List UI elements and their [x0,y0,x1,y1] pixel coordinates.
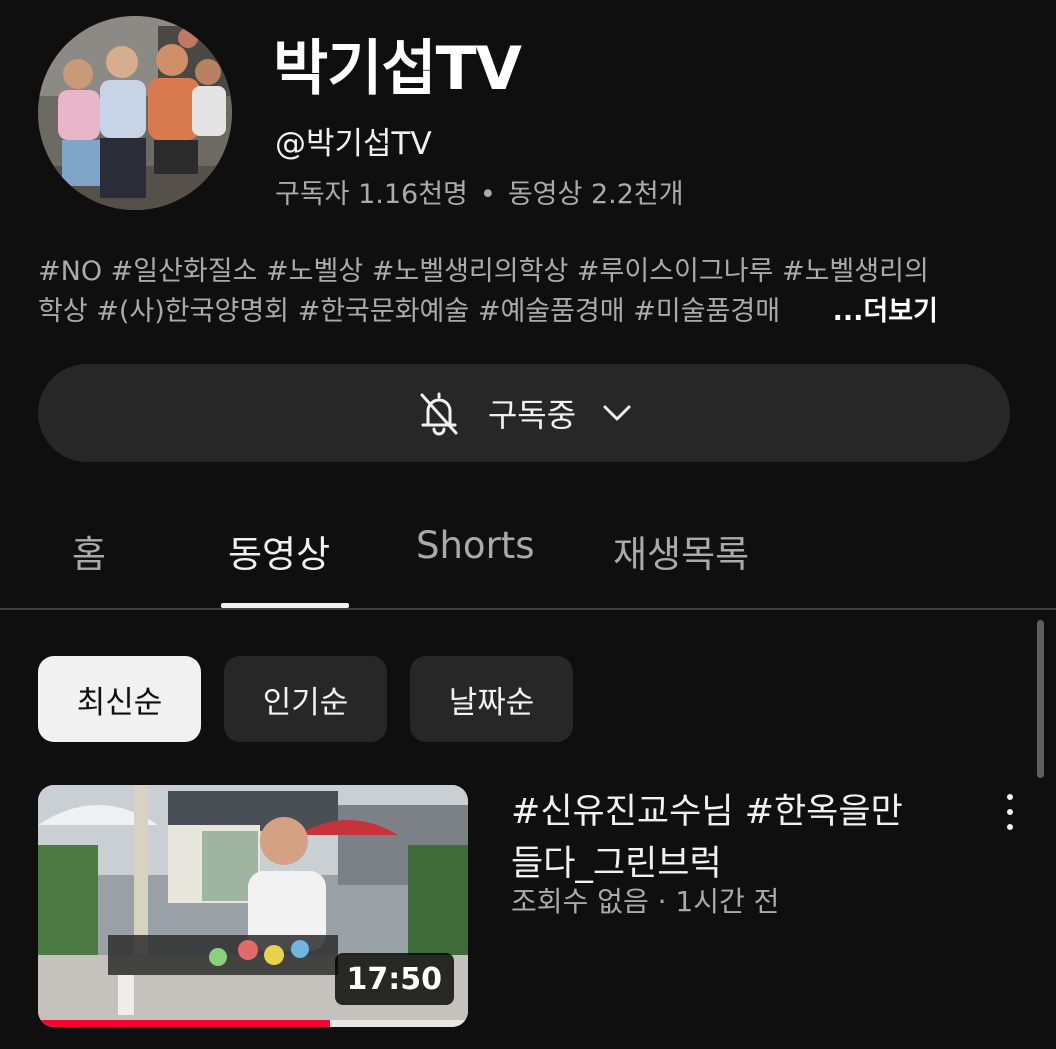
subscribed-label: 구독중 [487,396,577,434]
stats-separator: • [479,179,496,210]
chip-popular[interactable]: 인기순 [224,656,387,742]
avatar-photo [38,16,232,210]
subscribed-button[interactable]: 구독중 [38,364,1010,462]
video-thumbnail[interactable]: 17:50 [38,785,468,1027]
chevron-down-icon [602,404,632,422]
subscriber-count: 구독자 1.16천명 [275,179,468,210]
watch-progress-bar [38,1020,468,1027]
channel-page: 박기섭TV @박기섭TV 구독자 1.16천명 • 동영상 2.2천개 #NO #일… [0,0,1056,1049]
scrollbar[interactable] [1037,620,1044,778]
tabs-divider [0,608,1056,610]
channel-avatar[interactable] [38,16,232,210]
video-duration: 17:50 [334,953,454,1005]
tab-videos[interactable]: 동영상 [228,524,330,578]
watch-progress-fill [38,1020,331,1027]
video-title-line: #신유진교수님 #한옥을만 [511,792,903,832]
description-text: 학상 #(사)한국양명회 #한국문화예술 #예술품경매 #미술품경매 [38,296,781,327]
description-line: #NO #일산화질소 #노벨상 #노벨생리의학상 #루이스이그나루 #노벨생리의 [38,256,929,287]
video-title[interactable]: #신유진교수님 #한옥을만 들다_그린브럭 [511,786,971,890]
channel-title: 박기섭TV [273,34,522,104]
channel-description[interactable]: #NO #일산화질소 #노벨상 #노벨생리의학상 #루이스이그나루 #노벨생리의… [38,252,1018,332]
chip-oldest[interactable]: 날짜순 [410,656,573,742]
more-vert-icon[interactable] [994,790,1026,834]
channel-tabs: 홈 동영상 Shorts 재생목록 [0,510,1056,610]
tab-shorts[interactable]: Shorts [416,524,535,567]
video-count: 동영상 2.2천개 [507,179,684,210]
channel-handle: @박기섭TV [275,126,432,162]
tab-playlists[interactable]: 재생목록 [613,524,749,578]
description-fade [780,297,825,328]
chip-latest[interactable]: 최신순 [38,656,201,742]
more-link[interactable]: ...더보기 [833,296,938,327]
tab-home[interactable]: 홈 [72,524,106,578]
description-line: 학상 #(사)한국양명회 #한국문화예술 #예술품경매 #미술품경매 ...더보… [38,292,1018,332]
bell-off-icon [416,389,462,437]
video-meta: 조회수 없음 · 1시간 전 [511,885,780,918]
channel-stats: 구독자 1.16천명 • 동영상 2.2천개 [275,172,684,211]
